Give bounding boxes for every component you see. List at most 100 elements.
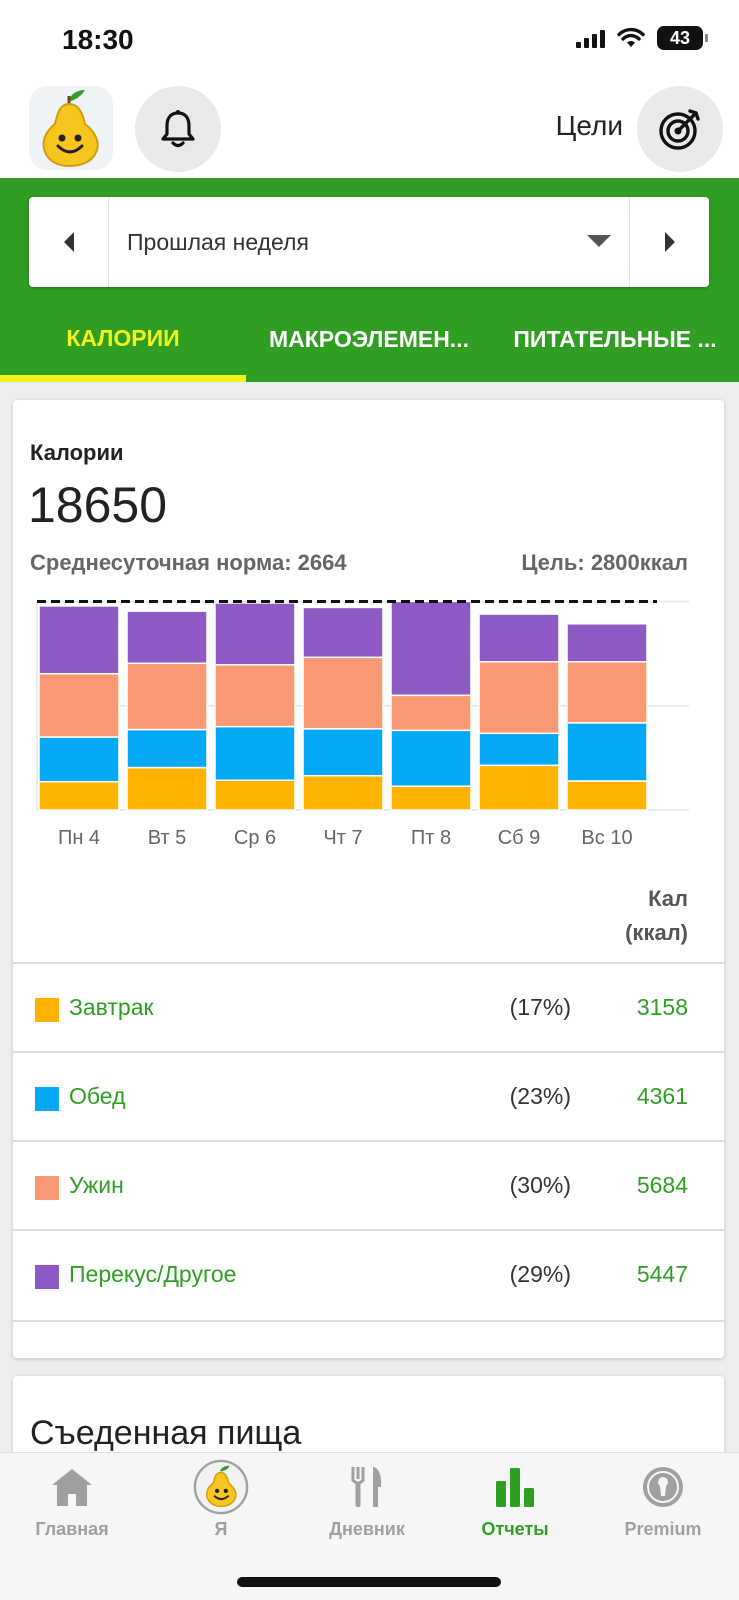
caret-down-icon [587,235,611,247]
nav-premium[interactable]: Premium [598,1461,728,1551]
tab-nutrients[interactable]: ПИТАТЕЛЬНЫЕ ... [492,296,738,382]
legend-value: 4361 [636,1083,688,1109]
report-controls: Прошлая неделя КАЛОРИИ МАКРОЭЛЕМЕН... ПИ… [0,178,739,382]
nav-diary[interactable]: Дневник [302,1461,432,1551]
nav-label: Главная [35,1519,109,1539]
goals-label[interactable]: Цели [556,110,623,142]
x-tick-label: Вс 10 [581,827,632,849]
chart-bar-segment [302,728,384,777]
wifi-icon [617,27,645,47]
legend-row-snacks[interactable]: Перекус/Другое (29%) 5447 [13,1229,724,1319]
nav-label: Дневник [329,1519,405,1539]
legend-percent: (23%) [509,1083,571,1109]
period-label: Прошлая неделя [127,228,309,255]
chart-bar-segment [566,623,648,663]
legend-percent: (17%) [509,994,571,1020]
legend-swatch [35,1265,59,1289]
app-header: Цели [0,84,739,178]
legend-name: Перекус/Другое [69,1261,237,1287]
legend-row-breakfast[interactable]: Завтрак (17%) 3158 [13,962,724,1052]
legend-percent: (29%) [509,1261,571,1287]
chart-bar-segment [390,785,472,811]
home-icon [44,1461,100,1513]
bar-chart-icon [487,1461,543,1513]
chart-bar-segment [38,780,120,811]
nav-reports[interactable]: Отчеты [450,1461,580,1551]
chart-bar-segment [38,605,120,675]
section-title: Съеденная пища [30,1414,302,1452]
previous-period-button[interactable] [29,197,109,287]
bell-icon [161,110,195,148]
target-icon [659,109,700,150]
chart-bar-segment [566,780,648,811]
nav-me[interactable]: Я [156,1459,286,1551]
legend-name: Ужин [69,1172,124,1198]
home-indicator [237,1577,501,1587]
chart-bar-segment [302,656,384,730]
status-bar: 18:30 43 [0,0,739,84]
daily-average: Среднесуточная норма: 2664 [30,550,347,575]
goals-button[interactable] [637,86,723,172]
next-period-button[interactable] [629,197,709,287]
chart-bar-segment [390,694,472,732]
legend-name: Обед [69,1083,126,1109]
bottom-navigation: Главная Я Дневник Отчеты Premium [0,1452,739,1600]
chevron-left-icon [63,232,74,252]
chart-bar-segment [302,774,384,811]
chart-bar-segment [478,613,560,663]
legend-swatch [35,1176,59,1200]
calories-chart: Пн 4 Вт 5 Ср 6 Чт 7 Пт 8 Сб 9 Вс 10 [36,599,689,849]
chart-bar-segment [126,662,208,731]
premium-badge-icon [635,1461,691,1513]
x-tick-label: Чт 7 [323,827,362,849]
chart-bar-segment [390,729,472,787]
notifications-button[interactable] [135,86,221,172]
legend-row-dinner[interactable]: Ужин (30%) 5684 [13,1140,724,1230]
chart-bar-segment [214,725,296,781]
status-icons: 43 [576,26,708,50]
chevron-right-icon [664,232,675,252]
cellular-signal-icon [576,28,605,48]
app-logo[interactable] [29,86,113,170]
chart-bar-segment [126,766,208,811]
legend-value: 3158 [636,994,688,1020]
column-header-line2: (ккал) [625,920,688,945]
chart-bar-segment [38,736,120,783]
tab-macronutrients[interactable]: МАКРОЭЛЕМЕН... [246,296,492,382]
legend-swatch [35,998,59,1022]
chart-bar-segment [302,606,384,659]
nav-label: Я [214,1519,228,1539]
chart-bar-segment [214,602,296,666]
chart-bar-segment [566,661,648,724]
tab-calories[interactable]: КАЛОРИИ [0,296,246,382]
fork-knife-icon [339,1461,395,1513]
chart-bar-segment [126,610,208,665]
chart-bar-segment [478,661,560,735]
chart-bar-segment [38,672,120,738]
calories-card: Калории 18650 Среднесуточная норма: 2664… [13,400,724,1358]
x-tick-label: Вт 5 [148,827,187,849]
legend-row-lunch[interactable]: Обед (23%) 4361 [13,1051,724,1141]
legend-swatch [35,1087,59,1111]
report-tabs: КАЛОРИИ МАКРОЭЛЕМЕН... ПИТАТЕЛЬНЫЕ ... [0,296,739,382]
x-tick-label: Сб 9 [498,827,541,849]
legend-value: 5447 [636,1261,688,1287]
x-tick-label: Пн 4 [58,827,100,849]
x-tick-label: Ср 6 [234,827,276,849]
card-title: Калории [30,440,124,465]
nav-home[interactable]: Главная [7,1461,137,1551]
period-dropdown[interactable]: Прошлая неделя [109,197,629,287]
status-time: 18:30 [62,24,134,55]
column-header: Кал (ккал) [625,882,688,950]
nav-label: Premium [624,1519,702,1539]
battery-indicator: 43 [657,26,708,50]
legend-name: Завтрак [69,994,154,1020]
chart-bar-segment [214,779,296,811]
period-selector: Прошлая неделя [29,197,709,287]
column-header-line1: Кал [648,886,688,911]
pear-mascot-icon [42,90,99,168]
eaten-food-card: Съеденная пища [13,1376,724,1456]
chart-bar-segment [478,732,560,767]
chart-bar-segment [390,600,472,697]
total-calories: 18650 [28,477,168,533]
